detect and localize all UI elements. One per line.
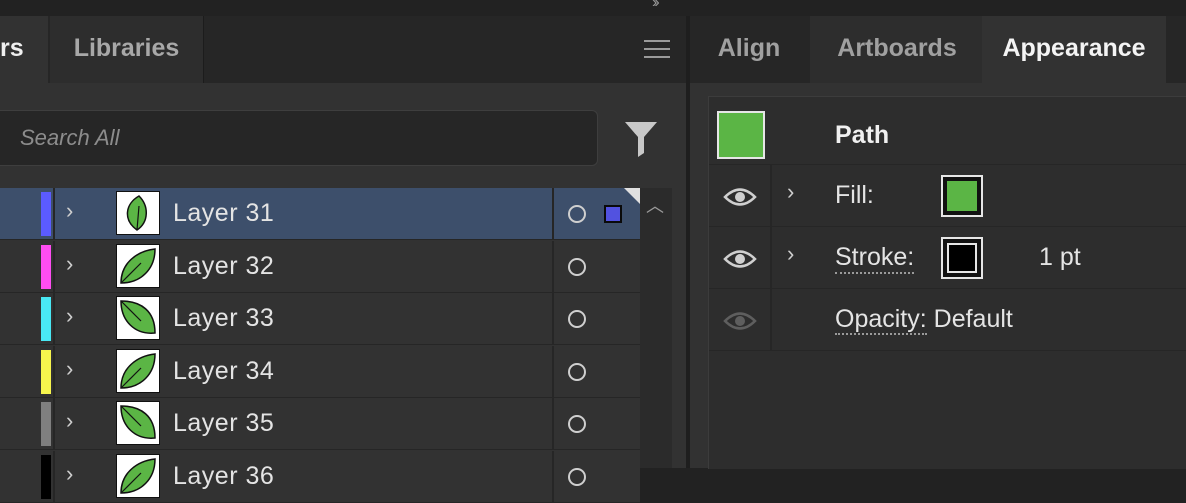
collapse-chevrons-icon[interactable]: ›› bbox=[652, 0, 659, 12]
layer-name[interactable]: Layer 35 bbox=[173, 409, 274, 438]
layer-row[interactable]: › Layer 35 bbox=[0, 398, 640, 450]
layer-name[interactable]: Layer 36 bbox=[173, 462, 274, 491]
selection-indicator[interactable] bbox=[604, 205, 622, 223]
opacity-value[interactable]: Default bbox=[934, 305, 1013, 333]
layer-row[interactable]: › Layer 31 bbox=[0, 188, 640, 240]
tab-layers[interactable]: rs bbox=[0, 16, 48, 83]
layer-row[interactable]: › Layer 32 bbox=[0, 240, 640, 293]
chevron-right-icon[interactable]: › bbox=[787, 241, 794, 267]
leaf-icon bbox=[116, 348, 160, 393]
chevron-right-icon[interactable]: › bbox=[66, 356, 73, 382]
opacity-label[interactable]: Opacity: bbox=[835, 305, 927, 335]
selection-corner-marker bbox=[624, 188, 640, 204]
chevron-right-icon[interactable]: › bbox=[66, 408, 73, 434]
stroke-label[interactable]: Stroke: bbox=[835, 243, 915, 274]
stroke-swatch[interactable] bbox=[941, 237, 983, 279]
layer-name[interactable]: Layer 34 bbox=[173, 357, 274, 386]
layer-color-bar bbox=[41, 402, 51, 446]
eye-icon-disabled bbox=[723, 310, 757, 337]
top-strip: ›› bbox=[0, 0, 1186, 16]
circle-target-icon[interactable] bbox=[568, 467, 586, 486]
appearance-panel: Align Artboards Appearance Path › Fill: … bbox=[690, 16, 1186, 469]
visibility-toggle[interactable] bbox=[0, 451, 40, 502]
layer-color-bar bbox=[41, 192, 51, 236]
layer-color-bar bbox=[41, 454, 51, 499]
chevron-right-icon[interactable]: › bbox=[66, 303, 73, 329]
fill-swatch[interactable] bbox=[941, 175, 983, 217]
layer-row[interactable]: › Layer 33 bbox=[0, 293, 640, 345]
leaf-icon bbox=[116, 401, 160, 445]
leaf-icon bbox=[116, 191, 160, 235]
opacity-row-text: Opacity: Default bbox=[835, 305, 1013, 335]
tab-artboards[interactable]: Artboards bbox=[810, 16, 984, 83]
search-field[interactable] bbox=[0, 110, 598, 166]
layer-name[interactable]: Layer 31 bbox=[173, 199, 274, 228]
appearance-stroke-row[interactable]: › Stroke: 1 pt bbox=[709, 227, 1186, 289]
scrollbar[interactable] bbox=[640, 188, 672, 468]
layers-tab-bar: rs Libraries bbox=[0, 16, 686, 83]
layers-panel: rs Libraries › Layer 31 › Layer 32 › Layer 33… bbox=[0, 16, 686, 503]
leaf-icon bbox=[116, 296, 160, 340]
chevron-right-icon[interactable]: › bbox=[66, 198, 73, 224]
fill-label: Fill: bbox=[835, 181, 874, 209]
visibility-toggle[interactable] bbox=[0, 346, 40, 397]
tab-appearance[interactable]: Appearance bbox=[982, 16, 1166, 83]
appearance-opacity-row[interactable]: Opacity: Default bbox=[709, 289, 1186, 351]
fill-swatch-color bbox=[947, 181, 977, 211]
leaf-icon bbox=[116, 243, 160, 288]
eye-icon[interactable] bbox=[723, 186, 757, 213]
eye-icon[interactable] bbox=[723, 248, 757, 275]
appearance-tab-bar: Align Artboards Appearance bbox=[690, 16, 1186, 83]
path-label: Path bbox=[835, 121, 890, 149]
visibility-toggle[interactable] bbox=[0, 398, 40, 449]
layer-row[interactable]: › Layer 36 bbox=[0, 450, 640, 503]
layer-row[interactable]: › Layer 34 bbox=[0, 345, 640, 398]
layer-color-bar bbox=[41, 349, 51, 394]
scroll-up-icon[interactable]: ︿ bbox=[646, 192, 664, 218]
circle-target-icon[interactable] bbox=[568, 205, 586, 223]
filter-icon[interactable] bbox=[624, 120, 658, 163]
appearance-fill-row[interactable]: › Fill: bbox=[709, 165, 1186, 227]
layer-name[interactable]: Layer 33 bbox=[173, 304, 274, 333]
tab-libraries[interactable]: Libraries bbox=[50, 16, 204, 83]
visibility-toggle[interactable] bbox=[0, 293, 40, 344]
circle-target-icon[interactable] bbox=[568, 415, 586, 433]
stroke-swatch-color bbox=[947, 243, 977, 273]
chevron-right-icon[interactable]: › bbox=[787, 179, 794, 205]
appearance-list: Path › Fill: › Stroke: 1 pt Opacity: Def… bbox=[708, 96, 1186, 469]
search-input[interactable] bbox=[0, 111, 582, 165]
layer-name[interactable]: Layer 32 bbox=[173, 252, 274, 281]
leaf-icon bbox=[116, 453, 160, 498]
chevron-right-icon[interactable]: › bbox=[66, 461, 73, 487]
path-color-swatch[interactable] bbox=[717, 111, 765, 159]
visibility-toggle[interactable] bbox=[0, 188, 40, 239]
layer-color-bar bbox=[41, 244, 51, 289]
chevron-right-icon[interactable]: › bbox=[66, 251, 73, 277]
tab-align[interactable]: Align bbox=[690, 16, 808, 83]
circle-target-icon[interactable] bbox=[568, 362, 586, 381]
visibility-toggle[interactable] bbox=[0, 241, 40, 292]
stroke-weight-value[interactable]: 1 pt bbox=[1039, 243, 1081, 272]
layer-color-bar bbox=[41, 297, 51, 341]
circle-target-icon[interactable] bbox=[568, 310, 586, 328]
circle-target-icon[interactable] bbox=[568, 257, 586, 276]
panel-menu-icon[interactable] bbox=[644, 40, 670, 58]
appearance-path-row[interactable]: Path bbox=[709, 97, 1186, 165]
